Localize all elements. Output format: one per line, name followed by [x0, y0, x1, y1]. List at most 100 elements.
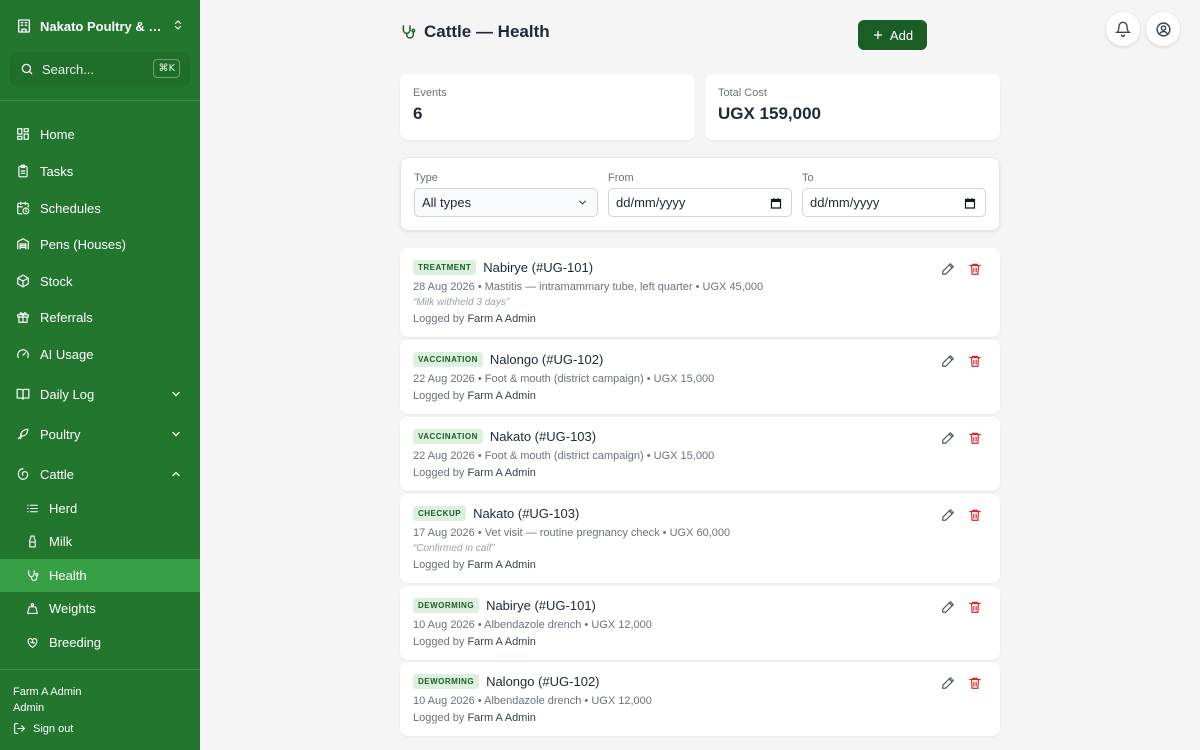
to-date-placeholder: dd/mm/yyyy: [810, 195, 880, 210]
sidebar-item-referrals[interactable]: Referrals: [0, 300, 200, 334]
event-type-badge: DEWORMING: [413, 598, 480, 613]
events-stat-card: Events 6: [400, 74, 695, 140]
to-filter-label: To: [802, 172, 814, 184]
event-logged-by: Logged by Farm A Admin: [413, 313, 987, 325]
logged-by-prefix: Logged by: [413, 390, 468, 402]
calendar-clock-icon: [16, 201, 30, 215]
page-title: Cattle — Health: [424, 22, 550, 41]
edit-button[interactable]: [941, 354, 955, 368]
calendar-icon[interactable]: [770, 197, 782, 209]
event-animal: Nalongo (#UG-102): [489, 352, 604, 367]
delete-button[interactable]: [968, 676, 982, 690]
sidebar-item-label: Daily Log: [40, 386, 95, 402]
sidebar-item-poultry[interactable]: Poultry: [0, 417, 200, 451]
add-label: Add: [889, 27, 914, 43]
sidebar-item-stock[interactable]: Stock: [0, 264, 200, 298]
sidebar-subitem-milk[interactable]: Milk: [0, 525, 200, 558]
event-detail: 28 Aug 2026 • Mastitis — intramammary tu…: [413, 281, 764, 293]
search-icon: [20, 62, 34, 76]
pencil-icon: [942, 677, 954, 689]
edit-button[interactable]: [941, 431, 955, 445]
event-type-badge: TREATMENT: [413, 260, 477, 275]
event-detail: 22 Aug 2026 • Foot & mouth (district cam…: [413, 373, 715, 385]
farm-switcher[interactable]: Nakato Poultry & Da...: [0, 0, 200, 52]
trash-icon: [969, 509, 981, 521]
user-info: Farm A Admin Admin: [13, 684, 81, 716]
event-animal: Nakato (#UG-103): [489, 429, 597, 444]
to-date-input[interactable]: dd/mm/yyyy: [802, 188, 986, 217]
sidebar-subitem-breeding[interactable]: Breeding: [0, 626, 200, 659]
edit-button[interactable]: [941, 676, 955, 690]
delete-button[interactable]: [968, 508, 982, 522]
event-card: DEWORMING Nabirye (#UG-101) 10 Aug 2026 …: [400, 586, 1000, 660]
sidebar-divider: [0, 100, 200, 101]
clipboard-icon: [16, 164, 30, 178]
delete-button[interactable]: [968, 431, 982, 445]
add-button[interactable]: Add: [858, 20, 927, 50]
sidebar-item-tasks[interactable]: Tasks: [0, 154, 200, 188]
delete-button[interactable]: [968, 262, 982, 276]
sidebar-subitem-health[interactable]: Health: [0, 559, 200, 592]
list-icon: [26, 502, 39, 515]
chevron-up-icon: [170, 468, 182, 480]
sidebar-subitem-weights[interactable]: Weights: [0, 592, 200, 625]
logged-by-user: Farm A Admin: [467, 390, 536, 402]
delete-button[interactable]: [968, 600, 982, 614]
delete-button[interactable]: [968, 354, 982, 368]
logged-by-user: Farm A Admin: [467, 467, 536, 479]
sidebar-item-daily-log[interactable]: Daily Log: [0, 377, 200, 411]
from-filter-label: From: [608, 172, 634, 184]
from-date-input[interactable]: dd/mm/yyyy: [608, 188, 792, 217]
chevrons-up-down-icon: [172, 18, 184, 32]
sidebar-item-label: Milk: [49, 534, 73, 549]
logged-by-prefix: Logged by: [413, 559, 468, 571]
sidebar-item-label: Pens (Houses): [40, 236, 126, 252]
chevron-down-icon: [170, 388, 182, 400]
trash-icon: [969, 677, 981, 689]
event-animal: Nalongo (#UG-102): [486, 674, 600, 689]
sidebar-item-schedules[interactable]: Schedules: [0, 191, 200, 225]
calendar-icon[interactable]: [964, 197, 976, 209]
milk-bottle-icon: [26, 535, 39, 548]
sidebar-item-label: Herd: [49, 501, 78, 516]
sign-out-button[interactable]: Sign out: [13, 722, 73, 735]
sidebar-item-pens[interactable]: Pens (Houses): [0, 227, 200, 261]
trash-icon: [969, 263, 981, 275]
sidebar-item-label: Home: [40, 126, 75, 142]
account-button[interactable]: [1146, 12, 1180, 46]
sidebar-item-ai-usage[interactable]: AI Usage: [0, 337, 200, 371]
sidebar-subitem-herd[interactable]: Herd: [0, 492, 200, 525]
search-placeholder: Search...: [42, 61, 95, 77]
event-note: “Confirmed in calf”: [413, 543, 495, 554]
edit-button[interactable]: [941, 262, 955, 276]
logged-by-user: Farm A Admin: [467, 712, 536, 724]
sidebar-item-home[interactable]: Home: [0, 117, 200, 151]
stethoscope-icon: [26, 569, 39, 582]
type-select-value: All types: [422, 195, 472, 210]
logged-by-prefix: Logged by: [413, 313, 468, 325]
sidebar-item-label: AI Usage: [40, 346, 94, 362]
notifications-button[interactable]: [1106, 12, 1140, 46]
pencil-icon: [942, 432, 954, 444]
edit-button[interactable]: [941, 600, 955, 614]
sidebar-divider: [0, 669, 200, 670]
sidebar-item-label: Breeding: [49, 635, 102, 650]
logged-by-prefix: Logged by: [413, 467, 468, 479]
search-shortcut: ⌘K: [153, 59, 180, 78]
edit-button[interactable]: [941, 508, 955, 522]
event-detail: 22 Aug 2026 • Foot & mouth (district cam…: [413, 450, 715, 462]
warehouse-icon: [16, 237, 30, 251]
feather-icon: [16, 427, 30, 441]
sidebar-item-label: Health: [49, 568, 87, 583]
sidebar-item-cattle[interactable]: Cattle: [0, 457, 200, 491]
type-select[interactable]: All types: [414, 188, 598, 217]
pencil-icon: [942, 355, 954, 367]
event-logged-by: Logged by Farm A Admin: [413, 390, 987, 402]
chevron-down-icon: [170, 428, 182, 440]
log-out-icon: [13, 722, 26, 735]
event-detail: 17 Aug 2026 • Vet visit — routine pregna…: [413, 527, 731, 539]
user-circle-icon: [1155, 21, 1172, 38]
chevron-down-icon: [577, 197, 588, 208]
search-input[interactable]: Search... ⌘K: [10, 52, 190, 86]
stat-value: UGX 159,000: [718, 104, 822, 123]
